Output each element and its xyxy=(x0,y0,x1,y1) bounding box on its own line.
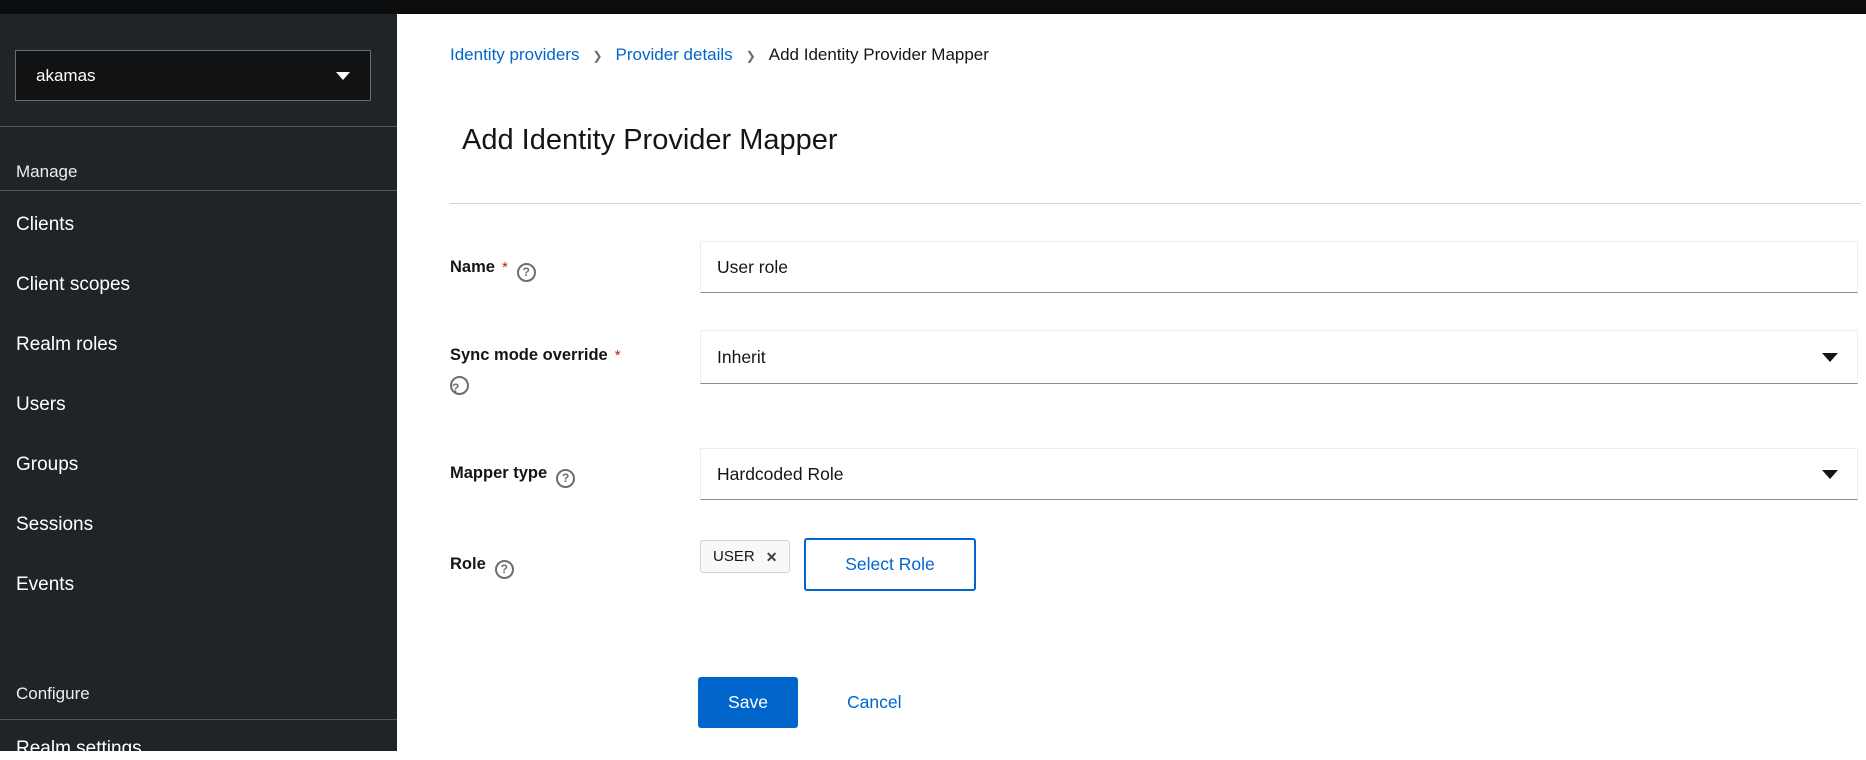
caret-down-icon xyxy=(1822,353,1838,362)
sidebar-item-realm-settings[interactable]: Realm settings xyxy=(16,738,142,760)
sync-mode-override-label-text: Sync mode override xyxy=(450,346,608,364)
page-title: Add Identity Provider Mapper xyxy=(462,124,838,157)
name-input[interactable] xyxy=(700,241,1858,293)
sidebar-item-users[interactable]: Users xyxy=(0,375,397,435)
sidebar-nav: Clients Client scopes Realm roles Users … xyxy=(0,195,397,615)
help-icon[interactable]: ? xyxy=(517,263,536,282)
required-asterisk: * xyxy=(502,259,508,276)
role-field-label: Role? xyxy=(450,554,700,579)
chevron-right-icon: ❯ xyxy=(579,49,615,63)
sidebar-item-clients[interactable]: Clients xyxy=(0,195,397,255)
divider xyxy=(0,190,397,191)
divider xyxy=(0,719,397,720)
divider xyxy=(450,203,1861,204)
sidebar-item-realm-roles[interactable]: Realm roles xyxy=(0,315,397,375)
sidebar: akamas Manage Clients Client scopes Real… xyxy=(0,14,397,751)
help-icon[interactable]: ? xyxy=(450,376,469,395)
realm-selector[interactable]: akamas xyxy=(15,50,371,101)
name-label-text: Name xyxy=(450,258,495,276)
divider xyxy=(0,126,397,127)
caret-down-icon xyxy=(1822,470,1838,479)
sidebar-item-sessions[interactable]: Sessions xyxy=(0,495,397,555)
realm-selector-value: akamas xyxy=(36,66,96,86)
role-chip: USER ✕ xyxy=(700,540,790,573)
mapper-type-label-text: Mapper type xyxy=(450,464,547,482)
sync-mode-override-value: Inherit xyxy=(717,347,766,368)
nav-group-label-configure: Configure xyxy=(16,684,90,704)
sync-mode-override-field-label: Sync mode override * ? xyxy=(450,345,700,395)
mapper-type-select[interactable]: Hardcoded Role xyxy=(700,448,1858,500)
role-label-text: Role xyxy=(450,555,486,573)
breadcrumb-provider-details[interactable]: Provider details xyxy=(616,45,733,65)
sync-mode-override-select[interactable]: Inherit xyxy=(700,330,1858,384)
caret-down-icon xyxy=(336,72,350,80)
mapper-type-field-label: Mapper type? xyxy=(450,463,700,488)
chip-remove-icon[interactable]: ✕ xyxy=(766,550,778,564)
masthead xyxy=(0,0,1866,14)
nav-group-label-manage: Manage xyxy=(16,162,77,182)
name-field-label: Name *? xyxy=(450,257,700,282)
main-content: Identity providers ❯ Provider details ❯ … xyxy=(397,14,1866,751)
select-role-button[interactable]: Select Role xyxy=(804,538,976,591)
sidebar-item-events[interactable]: Events xyxy=(0,555,397,615)
help-icon[interactable]: ? xyxy=(495,560,514,579)
cancel-link[interactable]: Cancel xyxy=(847,677,901,728)
breadcrumb-current: Add Identity Provider Mapper xyxy=(769,45,989,65)
breadcrumb-identity-providers[interactable]: Identity providers xyxy=(450,45,579,65)
help-icon[interactable]: ? xyxy=(556,469,575,488)
sidebar-item-groups[interactable]: Groups xyxy=(0,435,397,495)
sidebar-item-client-scopes[interactable]: Client scopes xyxy=(0,255,397,315)
breadcrumb: Identity providers ❯ Provider details ❯ … xyxy=(450,45,989,65)
mapper-type-value: Hardcoded Role xyxy=(717,464,843,485)
role-chip-text: USER xyxy=(713,548,755,565)
required-asterisk: * xyxy=(615,347,621,364)
chevron-right-icon: ❯ xyxy=(733,49,769,63)
save-button[interactable]: Save xyxy=(698,677,798,728)
